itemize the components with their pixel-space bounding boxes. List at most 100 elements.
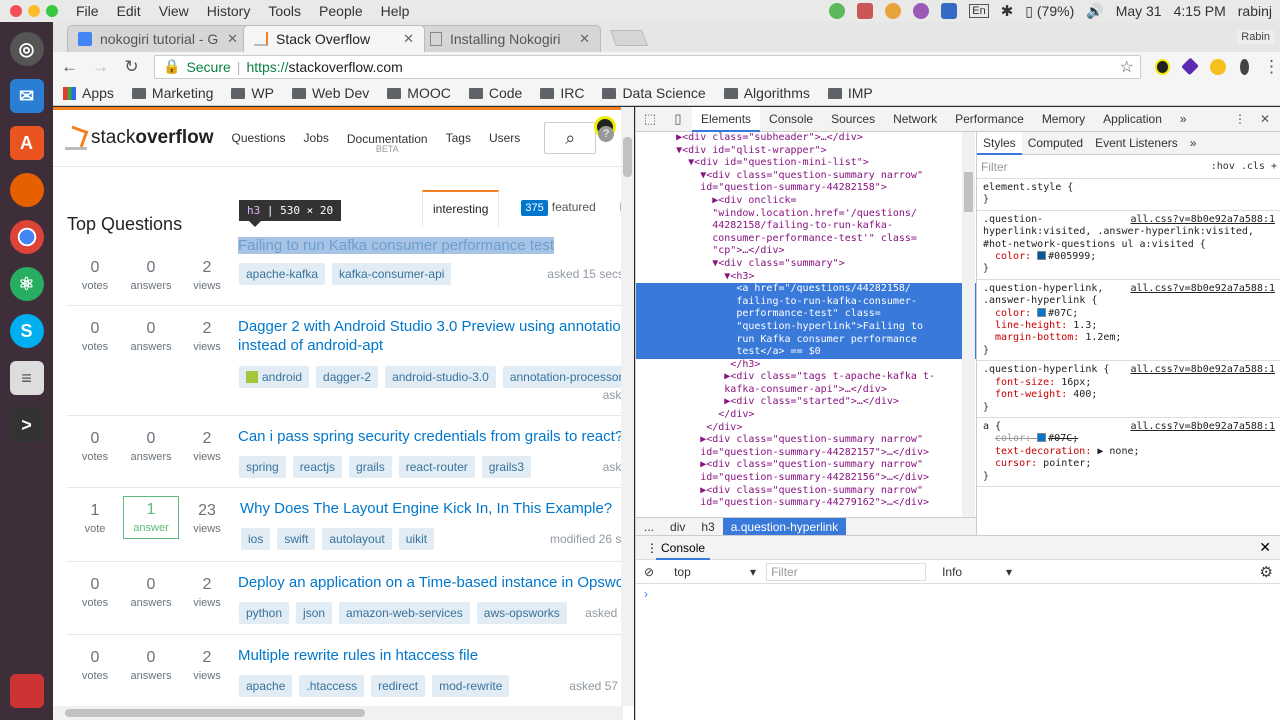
page-vertical-scrollbar[interactable]	[621, 107, 634, 706]
css-rule[interactable]: all.css?v=8b0e92a7a588:1 .question-hyperl…	[977, 361, 1280, 418]
menu-people[interactable]: People	[319, 3, 363, 19]
tag[interactable]: aws-opsworks	[476, 602, 567, 624]
dom-node-line[interactable]: "cp">…</div>	[636, 245, 976, 258]
devtools-tab-elements[interactable]: Elements	[692, 106, 761, 132]
extension-icon[interactable]	[1154, 58, 1171, 75]
dom-node-line[interactable]: ▼<h3>	[636, 271, 976, 284]
css-property[interactable]: font-weight: 400;	[983, 389, 1275, 401]
color-swatch[interactable]	[1037, 251, 1047, 261]
inspect-element-icon[interactable]: ⬚	[636, 111, 664, 127]
clear-console-icon[interactable]: ⊘	[644, 565, 654, 579]
css-property[interactable]: color: #07C;	[983, 433, 1275, 445]
dom-node-line[interactable]: id="question-summary-44282156">…</div>	[636, 472, 976, 485]
tab-interesting[interactable]: interesting	[422, 190, 500, 227]
search-button[interactable]: ⌕	[544, 122, 597, 154]
bookmark-folder-imp[interactable]: IMP	[827, 85, 873, 101]
forward-button[interactable]: →	[92, 57, 109, 77]
css-property[interactable]: margin-bottom: 1.2em;	[983, 332, 1275, 344]
time[interactable]: 4:15 PM	[1174, 3, 1226, 19]
skype-icon[interactable]: S	[9, 314, 44, 348]
tag[interactable]: redirect	[371, 675, 426, 697]
tag[interactable]: spring	[239, 456, 286, 478]
question-title-link[interactable]: Why Does The Layout Engine Kick In, In T…	[240, 500, 612, 517]
tab-close-icon[interactable]: ✕	[403, 31, 414, 47]
tag[interactable]: apache-kafka	[239, 263, 326, 285]
tab-close-icon[interactable]: ✕	[579, 31, 590, 47]
tag[interactable]: reactjs	[292, 456, 343, 478]
tag[interactable]: grails	[349, 456, 392, 478]
menu-tools[interactable]: Tools	[268, 3, 301, 19]
dom-node-line[interactable]: ▼<div id="question-mini-list">	[636, 157, 976, 170]
bookmark-folder-algorithms[interactable]: Algorithms	[723, 85, 810, 101]
devtools-tab-memory[interactable]: Memory	[1033, 107, 1094, 132]
hov-cls-controls[interactable]: :hov .cls +	[1211, 161, 1277, 172]
tag[interactable]: android	[239, 366, 310, 388]
maximize-window-button[interactable]	[46, 5, 58, 17]
color-swatch[interactable]	[1037, 433, 1047, 443]
dom-node-line[interactable]: ▶<div class="question-summary narrow"	[636, 459, 976, 472]
tab-stack-overflow[interactable]: Stack Overflow ✕	[243, 25, 425, 52]
chrome-tray-icon[interactable]	[885, 3, 902, 19]
bookmark-folder-marketing[interactable]: Marketing	[131, 85, 213, 101]
notes-icon[interactable]: ≡	[9, 361, 44, 395]
nav-tags[interactable]: Tags	[446, 131, 471, 145]
tag[interactable]: annotation-processor	[502, 366, 630, 388]
dom-node-line[interactable]: ▶<div class="question-summary narrow"	[636, 434, 976, 447]
bookmark-folder-web-dev[interactable]: Web Dev	[291, 85, 369, 101]
terminal-icon[interactable]: >	[9, 408, 44, 442]
crumb-a-question-hyperlink[interactable]: a.question-hyperlink	[722, 517, 847, 536]
nav-questions[interactable]: Questions	[231, 131, 285, 145]
new-tab-button[interactable]	[610, 30, 648, 46]
firefox-icon[interactable]	[9, 173, 44, 207]
dom-tree[interactable]: ▶<div class="subheader">…</div> ▼<div id…	[636, 132, 976, 518]
console-drawer-tab[interactable]: Console	[656, 536, 711, 560]
tag[interactable]: swift	[277, 528, 316, 550]
tray-app-icon[interactable]	[913, 3, 930, 19]
scroll-thumb[interactable]	[65, 709, 365, 717]
crumb-ellipsis[interactable]: ...	[636, 518, 662, 536]
dom-node-line[interactable]: "question-hyperlink">Failing to	[636, 320, 976, 334]
dom-node-line[interactable]: </div>	[636, 409, 976, 422]
bookmark-folder-data-science[interactable]: Data Science	[602, 85, 706, 101]
nav-jobs[interactable]: Jobs	[304, 131, 329, 145]
tab-event-listeners[interactable]: Event Listeners	[1089, 132, 1184, 155]
devtools-close-icon[interactable]: ✕	[1260, 112, 1270, 126]
dom-node-line[interactable]: kafka-consumer-api">…</div>	[636, 384, 976, 397]
close-drawer-icon[interactable]: ✕	[1259, 539, 1271, 556]
css-rule[interactable]: all.css?v=8b0e92a7a588:1 .question-hyperl…	[977, 280, 1280, 362]
tag[interactable]: mod-rewrite	[432, 675, 510, 697]
camera-icon[interactable]	[857, 3, 874, 19]
question-title-link[interactable]: Multiple rewrite rules in htaccess file	[238, 647, 478, 664]
devtools-menu-icon[interactable]: ⋮	[1234, 112, 1246, 126]
so-logo[interactable]: stackoverflow	[65, 126, 213, 150]
signal-icon[interactable]	[941, 3, 958, 19]
dom-node-line[interactable]: test</a> == $0	[636, 346, 976, 359]
mail-icon[interactable]: ✉	[9, 79, 44, 113]
tab-close-icon[interactable]: ✕	[227, 31, 238, 47]
css-rule[interactable]: element.style {}	[977, 179, 1280, 211]
tag[interactable]: react-router	[398, 456, 475, 478]
minimize-window-button[interactable]	[28, 5, 40, 17]
tag[interactable]: dagger-2	[316, 366, 379, 388]
question-title-link[interactable]: Can i pass spring security credentials f…	[238, 428, 623, 445]
gear-icon[interactable]: ⚙	[1260, 563, 1273, 581]
chrome-menu-icon[interactable]: ⋮	[1263, 57, 1280, 77]
rule-source-link[interactable]: all.css?v=8b0e92a7a588:1	[1131, 421, 1276, 433]
dom-node-line[interactable]: </h3>	[636, 359, 976, 372]
devtools-tab-sources[interactable]: Sources	[822, 107, 884, 132]
menu-file[interactable]: File	[76, 3, 99, 19]
question-title-link[interactable]: Failing to run Kafka consumer performanc…	[238, 237, 554, 254]
nav-documentation[interactable]: Documentation BETA	[347, 132, 428, 154]
styles-filter[interactable]: Filter :hov .cls +	[977, 155, 1280, 179]
devtools-tab-console[interactable]: Console	[760, 107, 822, 132]
bookmark-star-icon[interactable]: ☆	[1119, 57, 1133, 77]
dom-node-line[interactable]: <a href="/questions/44282158/	[636, 283, 976, 296]
scroll-thumb[interactable]	[964, 172, 973, 212]
page-horizontal-scrollbar[interactable]	[53, 706, 623, 720]
dom-tree-scrollbar[interactable]	[962, 132, 975, 518]
context-select[interactable]: top ▾	[674, 565, 756, 579]
dom-node-line[interactable]: consumer-performance-test'" class=	[636, 233, 976, 246]
question-title-link[interactable]: Deploy an application on a Time-based in…	[238, 574, 624, 591]
tag[interactable]: autolayout	[322, 528, 392, 550]
color-swatch[interactable]	[1037, 307, 1047, 317]
